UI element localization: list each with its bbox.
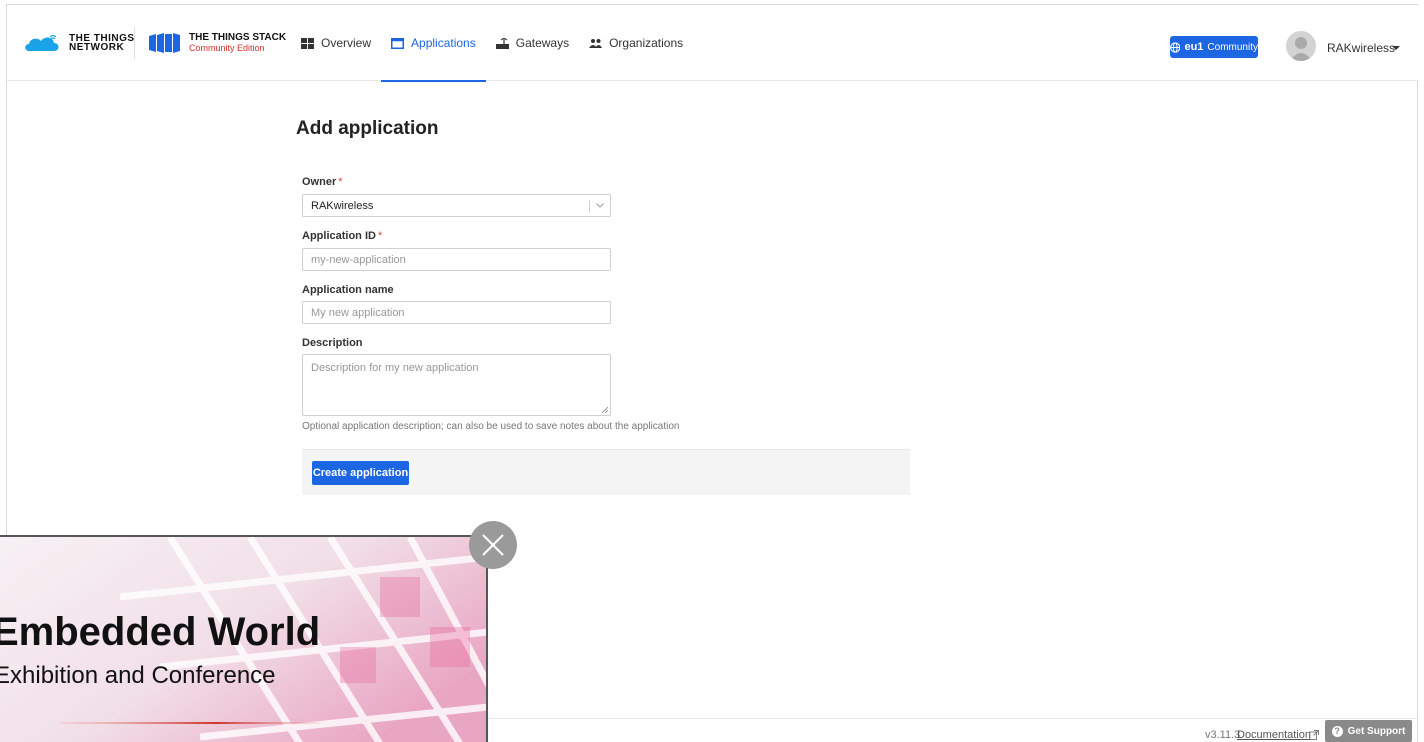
nav-organizations[interactable]: Organizations bbox=[579, 5, 693, 81]
get-support-button[interactable]: ? Get Support bbox=[1325, 720, 1412, 742]
cluster-label: Community bbox=[1207, 41, 1258, 53]
promo-subtitle: Exhibition and Conference bbox=[0, 662, 276, 689]
select-separator bbox=[589, 200, 590, 212]
avatar[interactable] bbox=[1286, 31, 1316, 61]
nav-applications[interactable]: Applications bbox=[381, 5, 486, 82]
description-label-text: Description bbox=[302, 337, 363, 349]
page-title: Add application bbox=[296, 118, 439, 139]
promo-title: Embedded World bbox=[0, 610, 321, 654]
ttn-logo[interactable]: THE THINGS NETWORK bbox=[23, 33, 135, 53]
tts-logo-subtitle: Community Edition bbox=[189, 43, 265, 53]
application-name-input[interactable]: My new application bbox=[302, 301, 611, 324]
applications-icon bbox=[391, 37, 405, 49]
promo-accent-line bbox=[60, 722, 320, 724]
top-header: THE THINGS NETWORK THE THINGS STACK Comm… bbox=[7, 5, 1419, 82]
required-marker: * bbox=[338, 176, 343, 188]
caret-down-icon[interactable] bbox=[1392, 46, 1400, 50]
description-placeholder: Description for my new application bbox=[311, 362, 479, 374]
owner-label-text: Owner bbox=[302, 176, 337, 188]
help-icon: ? bbox=[1331, 725, 1343, 737]
main-nav: Overview Applications Gateways Organizat… bbox=[291, 5, 693, 82]
owner-select[interactable]: RAKwireless bbox=[302, 194, 611, 217]
description-hint: Optional application description; can al… bbox=[302, 421, 680, 432]
submit-bar: Create application bbox=[302, 449, 910, 495]
external-link-icon bbox=[1309, 730, 1319, 740]
promo-close-button[interactable] bbox=[469, 521, 517, 569]
owner-label: Owner * bbox=[302, 176, 343, 188]
description-label: Description bbox=[302, 337, 363, 349]
create-application-button[interactable]: Create application bbox=[312, 461, 409, 485]
logo-divider bbox=[134, 27, 135, 59]
application-id-label-text: Application ID bbox=[302, 230, 376, 242]
ttn-cloud-icon bbox=[25, 34, 59, 51]
tts-logo-title: THE THINGS STACK bbox=[189, 32, 287, 43]
gateway-icon bbox=[495, 37, 509, 49]
footer-version: v3.11.3 bbox=[1205, 729, 1241, 741]
nav-applications-label: Applications bbox=[411, 36, 476, 50]
close-icon bbox=[482, 534, 504, 556]
cluster-region: eu1 bbox=[1184, 41, 1204, 53]
globe-icon bbox=[1170, 41, 1181, 53]
nav-gateways-label: Gateways bbox=[515, 36, 570, 50]
application-id-input[interactable]: my-new-application bbox=[302, 248, 611, 271]
user-avatar-icon bbox=[1290, 37, 1312, 61]
nav-overview-label: Overview bbox=[321, 36, 372, 50]
documentation-link[interactable]: Documentation bbox=[1237, 729, 1311, 741]
user-menu-name[interactable]: RAKwireless bbox=[1327, 41, 1395, 55]
application-name-label: Application name bbox=[302, 284, 394, 296]
ttn-logo-line2: NETWORK bbox=[69, 42, 125, 53]
description-textarea[interactable]: Description for my new application bbox=[302, 354, 611, 416]
organizations-icon bbox=[589, 38, 603, 48]
owner-select-value: RAKwireless bbox=[311, 199, 374, 212]
application-name-label-text: Application name bbox=[302, 284, 394, 296]
promo-banner[interactable]: Embedded World Exhibition and Conference bbox=[0, 535, 488, 742]
cluster-selector-button[interactable]: eu1 Community bbox=[1170, 36, 1258, 58]
application-id-label: Application ID * bbox=[302, 230, 382, 242]
nav-organizations-label: Organizations bbox=[609, 36, 684, 50]
tts-logo[interactable]: THE THINGS STACK Community Edition bbox=[147, 33, 286, 53]
chevron-down-icon bbox=[596, 203, 604, 208]
tts-stack-icon bbox=[149, 33, 180, 53]
required-marker: * bbox=[377, 230, 383, 242]
resize-handle-icon[interactable] bbox=[602, 407, 608, 413]
overview-icon bbox=[301, 37, 314, 49]
application-id-placeholder: my-new-application bbox=[311, 253, 406, 266]
application-name-placeholder: My new application bbox=[311, 306, 405, 319]
get-support-label: Get Support bbox=[1347, 725, 1406, 737]
nav-overview[interactable]: Overview bbox=[291, 5, 381, 81]
nav-gateways[interactable]: Gateways bbox=[486, 5, 579, 81]
